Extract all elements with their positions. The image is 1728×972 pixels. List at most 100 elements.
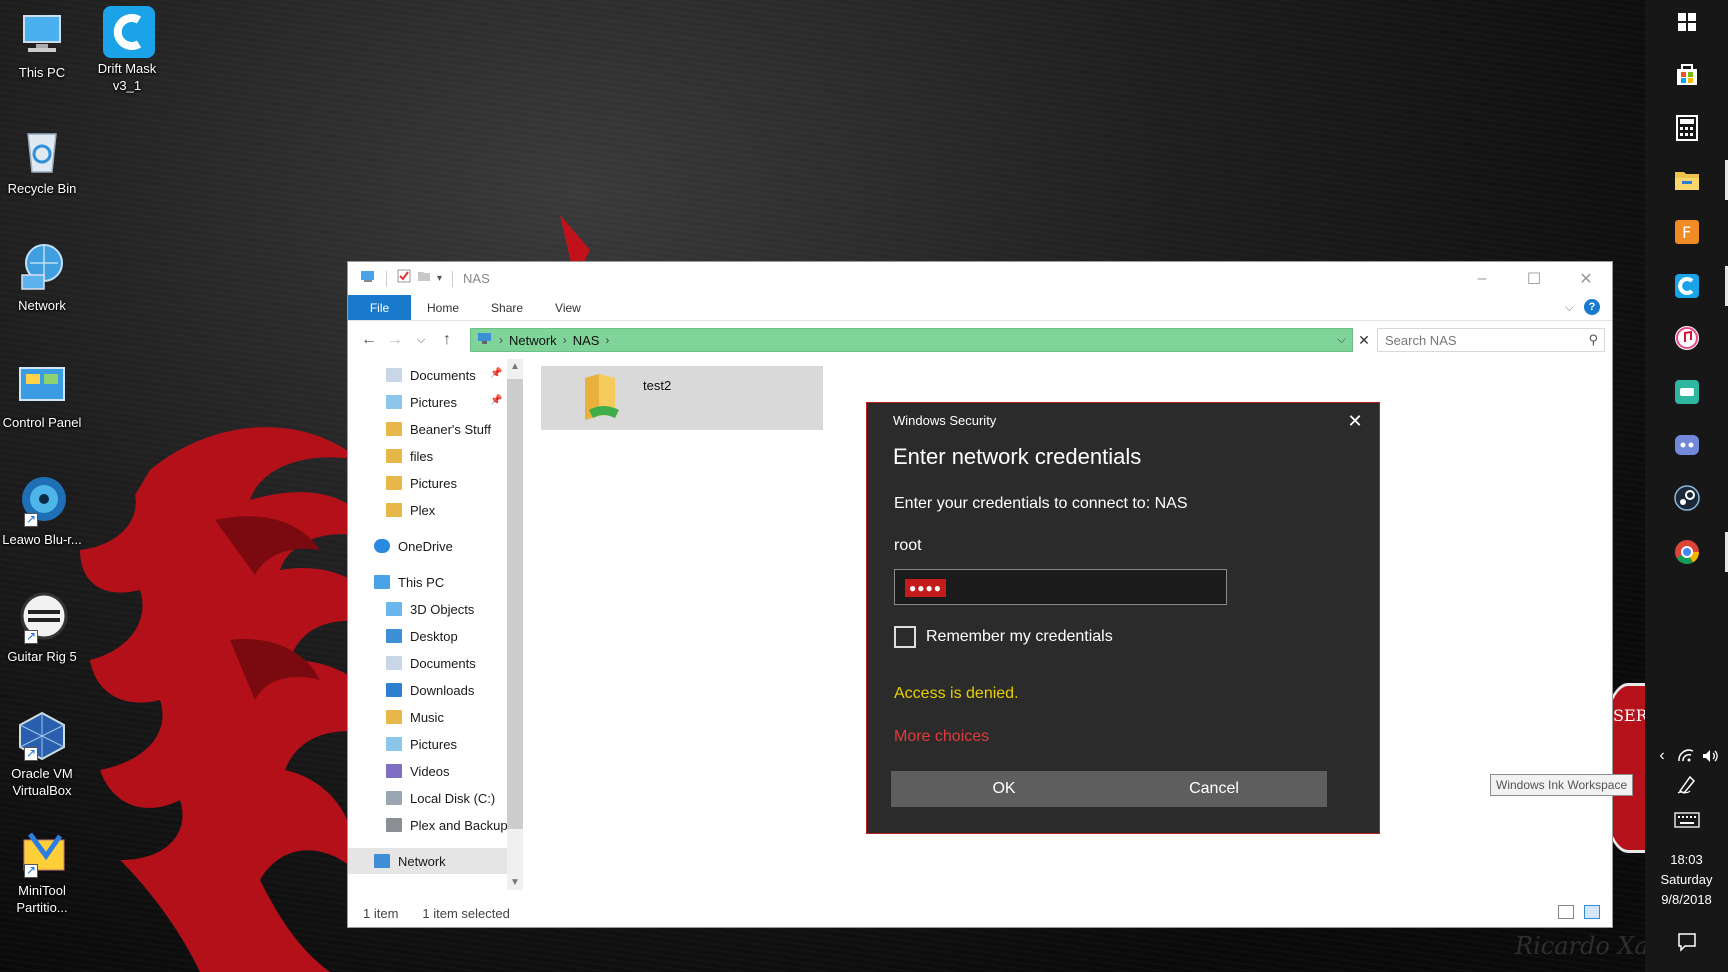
remember-credentials-checkbox[interactable] bbox=[894, 626, 916, 648]
nav-item-this-pc[interactable]: This PC bbox=[374, 569, 444, 595]
title-bar[interactable]: ▾ NAS – ☐ ✕ bbox=[348, 262, 1612, 295]
breadcrumb-network[interactable]: Network bbox=[509, 333, 557, 348]
nav-item-pictures[interactable]: Pictures bbox=[386, 731, 457, 757]
tab-file[interactable]: File bbox=[348, 295, 411, 320]
nav-item-label: Plex and Backup bbox=[410, 817, 508, 833]
dialog-close-button[interactable]: ✕ bbox=[1343, 409, 1367, 433]
calculator-icon[interactable] bbox=[1669, 110, 1705, 146]
desktop-icon-minitool[interactable]: MiniTool Partitio... bbox=[0, 826, 84, 916]
expand-ribbon-chevron-icon[interactable]: ⌵ bbox=[1565, 300, 1574, 315]
system-clock[interactable]: 18:03 Saturday 9/8/2018 bbox=[1645, 850, 1728, 910]
desktop-icon-network[interactable]: Network bbox=[0, 241, 84, 314]
pin-icon[interactable]: 📌 bbox=[490, 395, 502, 406]
password-field[interactable]: ●●●● bbox=[894, 569, 1227, 605]
fl-studio-icon[interactable]: F bbox=[1669, 214, 1705, 250]
desktop-icon-label: Leawo Blu-r... bbox=[2, 532, 82, 547]
remember-credentials-row[interactable]: Remember my credentials bbox=[894, 626, 1113, 648]
nav-item-label: Local Disk (C:) bbox=[410, 790, 496, 806]
microsoft-store-icon[interactable] bbox=[1669, 56, 1705, 92]
nav-item-pictures[interactable]: Pictures bbox=[386, 389, 457, 415]
navigation-pane[interactable]: Documents 📌 Pictures 📌 Beaner's Stuff files Pi… bbox=[348, 359, 523, 890]
chrome-icon[interactable] bbox=[1669, 534, 1705, 570]
scroll-down-arrow-icon[interactable]: ▼ bbox=[507, 877, 523, 888]
desktop-icon-drift-mask[interactable]: Drift Mask v3_1 bbox=[85, 4, 169, 94]
cancel-button[interactable]: Cancel bbox=[1101, 771, 1327, 807]
tab-share[interactable]: Share bbox=[475, 295, 539, 320]
maximize-button[interactable]: ☐ bbox=[1508, 262, 1560, 295]
clock-day: Saturday bbox=[1660, 872, 1713, 887]
touch-keyboard-icon[interactable] bbox=[1669, 802, 1705, 838]
drive-icon bbox=[386, 818, 402, 832]
tab-home[interactable]: Home bbox=[411, 295, 475, 320]
ribbon-tabs: File Home Share View ⌵ ? bbox=[348, 295, 1612, 321]
recent-locations-chevron-icon[interactable]: ⌵ bbox=[408, 334, 434, 347]
steam-icon[interactable] bbox=[1669, 480, 1705, 516]
ok-button[interactable]: OK bbox=[891, 771, 1117, 807]
nav-item-documents[interactable]: Documents bbox=[386, 362, 476, 388]
up-arrow-icon[interactable]: ↑ bbox=[434, 331, 460, 349]
close-button[interactable]: ✕ bbox=[1560, 262, 1612, 295]
nav-item-local-disk-c[interactable]: Local Disk (C:) bbox=[386, 785, 495, 811]
nav-item-3d-objects[interactable]: 3D Objects bbox=[386, 596, 474, 622]
drift-mask-taskbar-icon[interactable] bbox=[1669, 268, 1705, 304]
search-icon[interactable]: ⚲ bbox=[1588, 332, 1598, 348]
itunes-icon[interactable] bbox=[1669, 320, 1705, 356]
scrollbar-thumb[interactable] bbox=[507, 379, 523, 829]
desktop-icon-control-panel[interactable]: Control Panel bbox=[0, 358, 84, 431]
scroll-up-arrow-icon[interactable]: ▲ bbox=[507, 361, 523, 372]
nav-item-plex[interactable]: Plex bbox=[386, 497, 435, 523]
downloads-icon bbox=[386, 683, 402, 697]
address-bar[interactable]: › Network › NAS › ⌵ bbox=[470, 328, 1353, 352]
tab-view[interactable]: View bbox=[539, 295, 597, 320]
action-center-icon[interactable] bbox=[1669, 924, 1705, 960]
desktop-icon-recycle-bin[interactable]: Recycle Bin bbox=[0, 124, 84, 197]
navigation-pane-scrollbar[interactable]: ▲ ▼ bbox=[507, 359, 523, 890]
desktop-icon-virtualbox[interactable]: Oracle VM VirtualBox bbox=[0, 709, 84, 799]
file-item-test2[interactable]: test2 bbox=[541, 366, 823, 430]
remember-credentials-label[interactable]: Remember my credentials bbox=[926, 628, 1113, 646]
desktop-icon-this-pc[interactable]: This PC bbox=[0, 8, 84, 81]
properties-icon[interactable] bbox=[397, 269, 411, 288]
customize-toolbar-chevron-icon[interactable]: ▾ bbox=[437, 273, 442, 284]
nav-item-plex-and-backup[interactable]: Plex and Backup bbox=[386, 812, 508, 838]
start-windows-icon[interactable] bbox=[1669, 4, 1705, 40]
desktop-icon-leawo[interactable]: Leawo Blu-r... bbox=[0, 475, 84, 548]
desktop-icon-guitar-rig[interactable]: Guitar Rig 5 bbox=[0, 592, 84, 665]
view-toggles bbox=[1558, 905, 1600, 919]
nav-item-files[interactable]: files bbox=[386, 443, 433, 469]
nav-item-onedrive[interactable]: OneDrive bbox=[374, 533, 453, 559]
nav-item-documents[interactable]: Documents bbox=[386, 650, 476, 676]
breadcrumb-chevron-icon[interactable]: › bbox=[563, 333, 567, 347]
game-app-icon[interactable] bbox=[1669, 374, 1705, 410]
forward-arrow-icon[interactable]: → bbox=[382, 331, 408, 349]
address-dropdown-chevron-icon[interactable]: ⌵ bbox=[1337, 332, 1346, 347]
breadcrumb-nas[interactable]: NAS bbox=[573, 333, 600, 348]
discord-icon[interactable] bbox=[1669, 427, 1705, 463]
nav-item-desktop[interactable]: Desktop bbox=[386, 623, 458, 649]
breadcrumb-chevron-icon[interactable]: › bbox=[605, 333, 609, 347]
details-view-icon[interactable] bbox=[1558, 905, 1574, 919]
new-folder-icon[interactable] bbox=[417, 269, 431, 288]
minimize-button[interactable]: – bbox=[1456, 262, 1508, 295]
nav-item-videos[interactable]: Videos bbox=[386, 758, 450, 784]
nav-item-network[interactable]: Network bbox=[348, 848, 507, 874]
more-choices-link[interactable]: More choices bbox=[894, 728, 989, 746]
stop-loading-x-icon[interactable]: ✕ bbox=[1356, 328, 1372, 352]
back-arrow-icon[interactable]: ← bbox=[356, 331, 382, 349]
search-box[interactable]: ⚲ bbox=[1377, 328, 1605, 352]
breadcrumb-chevron-icon[interactable]: › bbox=[499, 333, 503, 347]
search-input[interactable] bbox=[1378, 332, 1578, 348]
help-icon[interactable]: ? bbox=[1584, 299, 1600, 315]
nav-item-beaner-s-stuff[interactable]: Beaner's Stuff bbox=[386, 416, 491, 442]
folder-icon bbox=[386, 476, 402, 490]
nav-item-pictures[interactable]: Pictures bbox=[386, 470, 457, 496]
large-icons-view-icon[interactable] bbox=[1584, 905, 1600, 919]
windows-security-dialog[interactable]: Windows Security ✕ Enter network credent… bbox=[866, 402, 1380, 834]
nav-item-music[interactable]: Music bbox=[386, 704, 444, 730]
pin-icon[interactable]: 📌 bbox=[490, 368, 502, 379]
folder-icon bbox=[386, 422, 402, 436]
pictures-icon bbox=[386, 395, 402, 409]
nav-item-downloads[interactable]: Downloads bbox=[386, 677, 474, 703]
file-explorer-taskbar-icon[interactable] bbox=[1669, 162, 1705, 198]
windows-ink-workspace-icon[interactable] bbox=[1669, 766, 1705, 802]
